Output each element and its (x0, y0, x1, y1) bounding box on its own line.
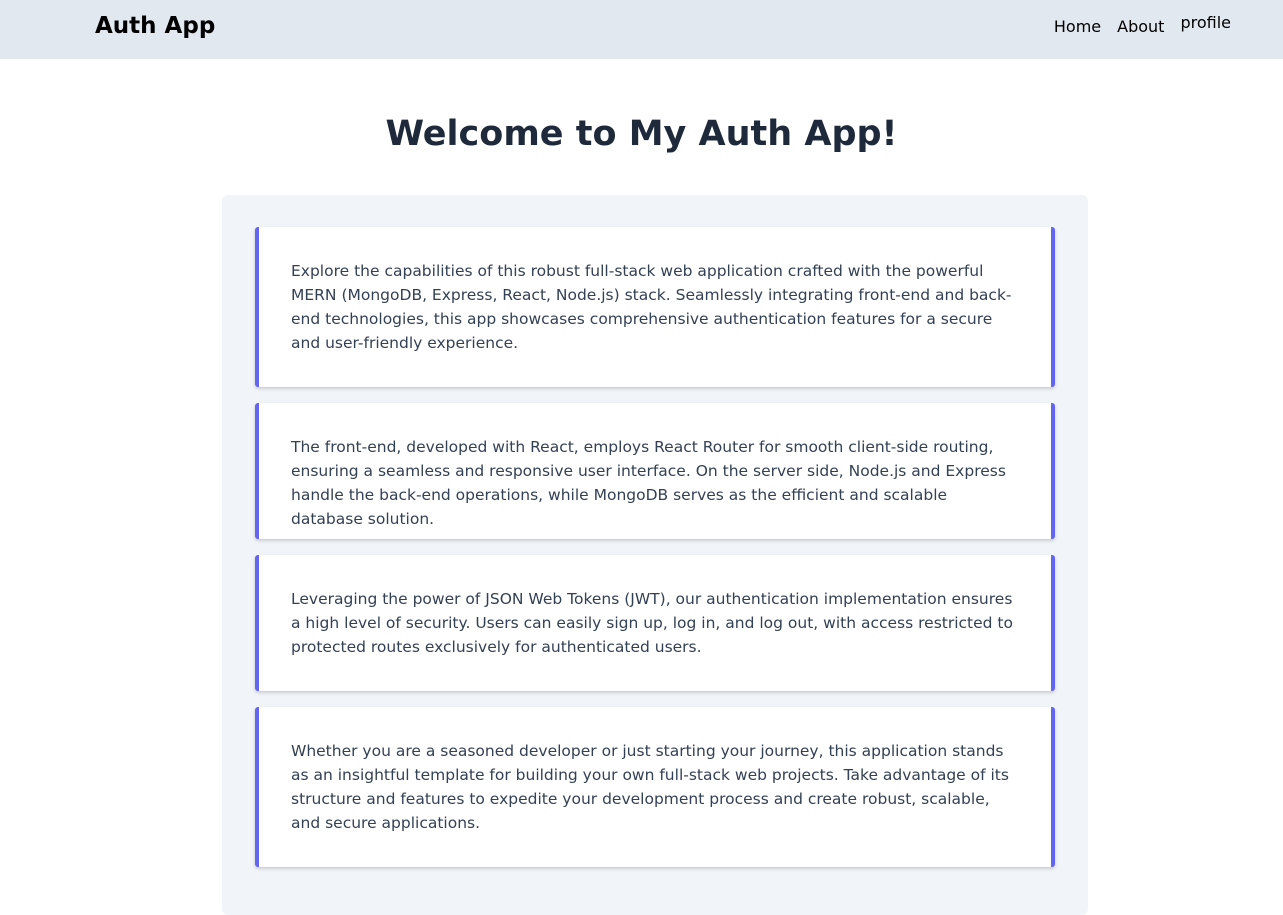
nav-link-home[interactable]: Home (1054, 17, 1101, 37)
card-text: Leveraging the power of JSON Web Tokens … (291, 590, 1013, 656)
navbar: Auth App Home About profile (0, 0, 1283, 59)
brand-logo-link[interactable]: Auth App (95, 13, 215, 39)
info-card: Whether you are a seasoned developer or … (255, 707, 1055, 867)
info-card: Leveraging the power of JSON Web Tokens … (255, 555, 1055, 691)
nav-links: Home About profile (1054, 13, 1231, 37)
info-card: The front-end, developed with React, emp… (255, 403, 1055, 539)
content-panel: Explore the capabilities of this robust … (222, 195, 1088, 915)
card-text: Explore the capabilities of this robust … (291, 262, 1012, 352)
nav-link-about[interactable]: About (1117, 17, 1164, 37)
card-text: Whether you are a seasoned developer or … (291, 742, 1009, 832)
nav-link-profile[interactable]: profile (1180, 13, 1231, 33)
card-text: The front-end, developed with React, emp… (291, 438, 1006, 528)
page-title: Welcome to My Auth App! (385, 114, 898, 154)
info-card: Explore the capabilities of this robust … (255, 227, 1055, 387)
